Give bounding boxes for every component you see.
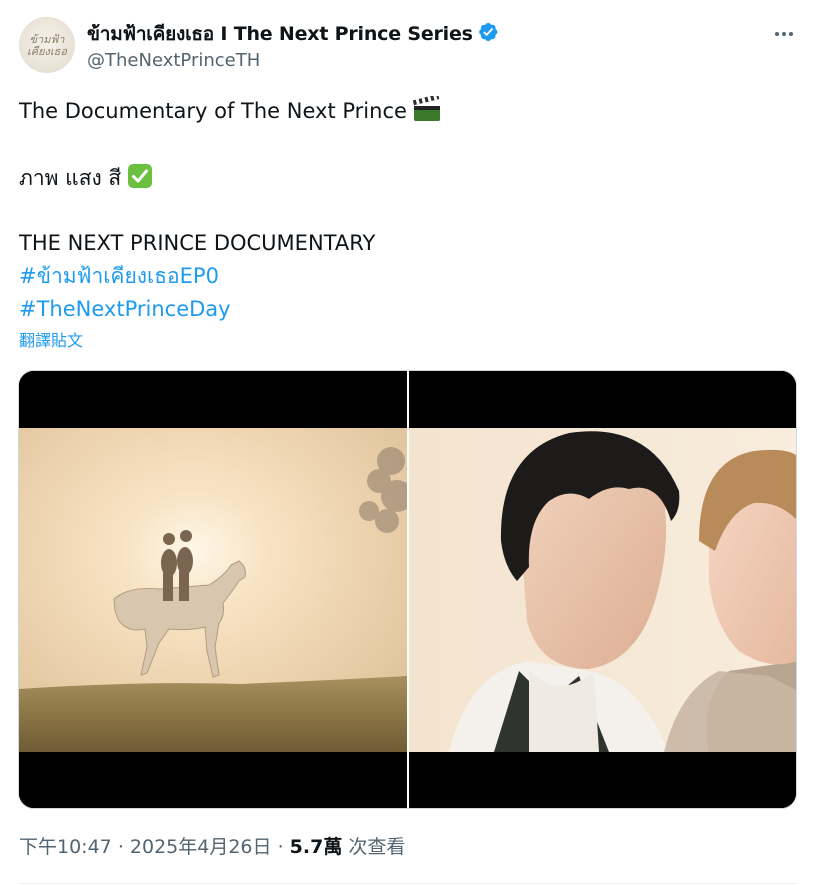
verified-badge-icon[interactable]	[477, 21, 499, 43]
tweet-time[interactable]: 下午10:47	[19, 836, 112, 858]
meta-separator: ·	[117, 836, 124, 858]
clapper-board-emoji	[412, 96, 440, 121]
hashtag-link-1[interactable]: #ข้ามฟ้าเคียงเธอEP0	[19, 262, 219, 290]
views-label: 次查看	[348, 836, 406, 858]
avatar[interactable]: ข้ามฟ้า เคียงเธอ	[19, 17, 75, 73]
tweet-line-2-text: ภาพ แสง สี	[19, 166, 122, 190]
divider	[19, 883, 797, 884]
tweet-card: ข้ามฟ้า เคียงเธอ ข้ามฟ้าเคียงเธอ I The Ne…	[0, 0, 817, 885]
meta-separator-2: ·	[277, 836, 284, 858]
tweet-line-2: ภาพ แสง สี	[19, 163, 153, 192]
author-display-name[interactable]: ข้ามฟ้าเคียงเธอ I The Next Prince Series	[87, 21, 499, 47]
media-image-1[interactable]	[19, 371, 413, 808]
hashtag-link-2[interactable]: #TheNextPrinceDay	[19, 295, 231, 323]
views-count: 5.7萬	[289, 836, 343, 858]
tweet-line-1-text: The Documentary of The Next Prince	[19, 99, 407, 123]
media-grid	[18, 370, 797, 809]
translate-post-link[interactable]: 翻譯貼文	[19, 330, 83, 352]
tweet-meta: 下午10:47 · 2025年4月26日 · 5.7萬 次查看	[19, 834, 405, 860]
horseback-silhouette-image	[19, 371, 413, 808]
two-actors-closeup-image	[409, 371, 796, 808]
avatar-logo-text: ข้ามฟ้า เคียงเธอ	[26, 33, 67, 58]
more-horizontal-icon[interactable]	[766, 22, 802, 46]
tweet-line-1: The Documentary of The Next Prince	[19, 96, 441, 125]
check-mark-button-emoji	[128, 164, 153, 188]
tweet-line-3: THE NEXT PRINCE DOCUMENTARY	[19, 231, 376, 255]
tweet-date[interactable]: 2025年4月26日	[130, 836, 272, 858]
author-display-name-text[interactable]: ข้ามฟ้าเคียงเธอ I The Next Prince Series	[87, 23, 473, 45]
media-image-2[interactable]	[409, 371, 796, 808]
author-handle[interactable]: @TheNextPrinceTH	[87, 49, 260, 73]
